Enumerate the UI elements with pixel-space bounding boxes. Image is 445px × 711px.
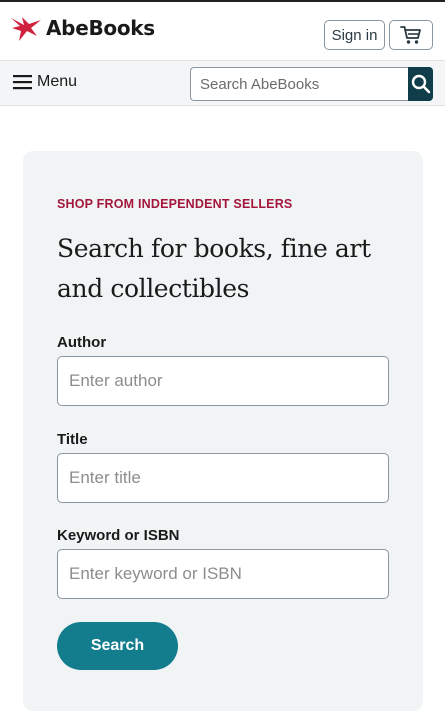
- sign-in-button[interactable]: Sign in: [324, 20, 385, 50]
- author-input[interactable]: [57, 356, 389, 406]
- advanced-search-card: SHOP FROM INDEPENDENT SELLERS Search for…: [23, 151, 423, 711]
- abebooks-logo[interactable]: AbeBooks: [10, 14, 155, 42]
- menu-button[interactable]: Menu: [13, 73, 77, 91]
- cart-icon: [400, 26, 421, 44]
- hamburger-icon: [13, 75, 32, 90]
- search-icon: [411, 74, 430, 94]
- cart-button[interactable]: [389, 20, 433, 50]
- site-header: AbeBooks Sign in: [0, 2, 445, 60]
- eyebrow-text: SHOP FROM INDEPENDENT SELLERS: [57, 197, 293, 211]
- header-search-button[interactable]: [408, 67, 433, 101]
- title-label: Title: [57, 431, 88, 448]
- header-search: [190, 67, 433, 101]
- nav-bar: Menu: [0, 60, 445, 106]
- author-label: Author: [57, 334, 107, 351]
- abebooks-bird-icon: [11, 17, 41, 41]
- keyword-isbn-label: Keyword or ISBN: [57, 527, 180, 544]
- search-heading: Search for books, fine art and collectib…: [57, 234, 371, 303]
- search-submit-button[interactable]: Search: [57, 622, 178, 670]
- keyword-isbn-input[interactable]: [57, 549, 389, 599]
- menu-label: Menu: [37, 73, 78, 90]
- logo-text: AbeBooks: [46, 16, 155, 40]
- header-search-input[interactable]: [190, 67, 408, 101]
- title-input[interactable]: [57, 453, 389, 503]
